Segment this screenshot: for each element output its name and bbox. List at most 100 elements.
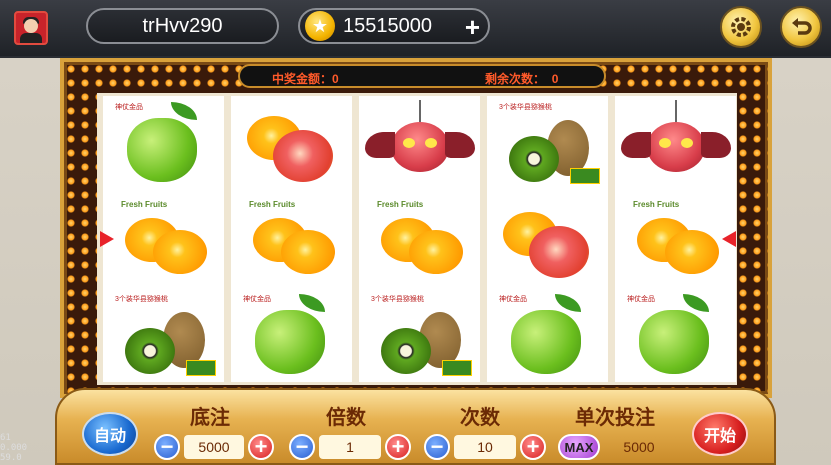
kiwi-slice-icon [381, 328, 431, 374]
apple-leaf [171, 102, 197, 120]
username-display: trHvv290 [86, 8, 279, 44]
kiwi-symbol: 3个装华县猕猴桃 [487, 96, 608, 190]
brand-text: Fresh Fruits [377, 200, 424, 209]
monster-wing-left [365, 132, 395, 158]
times-label: 次数 [460, 407, 500, 429]
bet-increase-button[interactable]: + [248, 434, 274, 460]
kiwi-badge [570, 168, 600, 184]
gear-icon [731, 17, 751, 37]
payline-left-arrow [100, 231, 114, 247]
bet-label: 底注 [190, 407, 230, 429]
back-button[interactable] [780, 6, 822, 48]
times-decrease-button[interactable]: − [424, 434, 450, 460]
kiwi-slice-icon [125, 328, 175, 374]
monster-eye [681, 138, 693, 148]
start-spin-button[interactable]: 开始 [692, 412, 748, 456]
apple-leaf [555, 294, 581, 312]
info-bar: 中奖金额：0 剩余次数： 0 [238, 64, 606, 88]
kiwi-tag-text: 3个装华县猕猴桃 [115, 296, 168, 303]
avatar[interactable] [14, 11, 48, 45]
multiplier-increase-button[interactable]: + [385, 434, 411, 460]
apple-tag-text: 神仗金品 [243, 296, 271, 303]
single-bet-value: 5000 [623, 439, 655, 455]
multiplier-stepper: − 1 + [289, 433, 411, 461]
monster-eye [403, 138, 415, 148]
grapefruit-icon [273, 130, 333, 182]
orange-icon [281, 230, 335, 274]
debug-stats: 61 0.000 59.0 [0, 433, 27, 463]
brand-text: Fresh Fruits [249, 200, 296, 209]
settings-button[interactable] [720, 6, 762, 48]
apple-tag-text: 神仗金品 [627, 296, 655, 303]
username: trHvv290 [142, 14, 223, 37]
kiwi-symbol: 3个装华县猕猴桃 [103, 288, 224, 382]
monster-wing-right [445, 132, 475, 158]
orange-symbol: Fresh Fruits [103, 192, 224, 286]
times-stepper: − 10 + [424, 433, 546, 461]
orange-symbol: Fresh Fruits [231, 192, 352, 286]
single-bet-label: 单次投注 [575, 407, 655, 429]
grapefruit-symbol [231, 96, 352, 190]
reel-1: 神仗金品 Fresh Fruits 3个装华县猕猴桃 [103, 96, 224, 382]
coin-value: 15515000 [343, 14, 432, 37]
reel-3: Fresh Fruits 3个装华县猕猴桃 [359, 96, 480, 382]
reels-area: 神仗金品 Fresh Fruits 3个装华县猕猴桃 Fresh Fruits 神仗金… [97, 93, 737, 385]
star-coin-icon: ★ [305, 11, 335, 41]
debug-line-1: 61 [0, 433, 11, 443]
grapefruit-icon [529, 226, 589, 278]
bet-decrease-button[interactable]: − [154, 434, 180, 460]
monster-string [675, 100, 677, 122]
apple-tag-text: 神仗金品 [499, 296, 527, 303]
kiwi-badge [186, 360, 216, 376]
kiwi-badge [442, 360, 472, 376]
bat-monster-icon [621, 100, 731, 172]
win-value: 0 [332, 72, 339, 86]
auto-spin-button[interactable]: 自动 [82, 412, 138, 456]
apple-leaf [299, 294, 325, 312]
reel-4: 3个装华县猕猴桃神仗金品 [487, 96, 608, 382]
apple-leaf [683, 294, 709, 312]
remaining-count: 剩余次数： 0 [485, 70, 558, 87]
add-coins-button[interactable]: + [465, 12, 480, 43]
remaining-value: 0 [551, 72, 559, 86]
apple-symbol: 神仗金品 [231, 288, 352, 382]
grapefruit-symbol [487, 192, 608, 286]
monster-wing-right [701, 132, 731, 158]
times-increase-button[interactable]: + [520, 434, 546, 460]
monster-string [419, 100, 421, 122]
orange-icon [153, 230, 207, 274]
bet-stepper: − 5000 + [154, 433, 274, 461]
orange-icon [409, 230, 463, 274]
debug-line-3: 59.0 [0, 453, 22, 463]
win-label: 中奖金额： [272, 72, 333, 86]
monster-symbol [359, 96, 480, 190]
debug-line-2: 0.000 [0, 443, 28, 453]
coin-balance: ★ 15515000 + [298, 8, 490, 44]
remaining-label: 剩余次数： [485, 72, 546, 86]
orange-icon [665, 230, 719, 274]
reel-5: Fresh Fruits 神仗金品 [615, 96, 736, 382]
multiplier-label: 倍数 [326, 407, 366, 429]
kiwi-slice-icon [509, 136, 559, 182]
avatar-face [24, 19, 38, 33]
apple-symbol: 神仗金品 [487, 288, 608, 382]
monster-eye [659, 138, 671, 148]
apple-symbol: 神仗金品 [103, 96, 224, 190]
bat-monster-icon [365, 100, 475, 172]
reel-2: Fresh Fruits 神仗金品 [231, 96, 352, 382]
single-bet-stepper: MAX 5000 [558, 433, 678, 461]
avatar-body [20, 33, 42, 43]
monster-symbol [615, 96, 736, 190]
back-arrow-icon [792, 18, 812, 35]
times-value: 10 [454, 435, 516, 459]
apple-icon [127, 102, 197, 182]
monster-wing-left [621, 132, 651, 158]
max-bet-button[interactable]: MAX [558, 434, 600, 460]
payline-right-arrow [722, 231, 736, 247]
bet-value: 5000 [184, 435, 244, 459]
apple-icon [511, 294, 581, 374]
multiplier-decrease-button[interactable]: − [289, 434, 315, 460]
orange-symbol: Fresh Fruits [615, 192, 736, 286]
apple-icon [639, 294, 709, 374]
apple-symbol: 神仗金品 [615, 288, 736, 382]
